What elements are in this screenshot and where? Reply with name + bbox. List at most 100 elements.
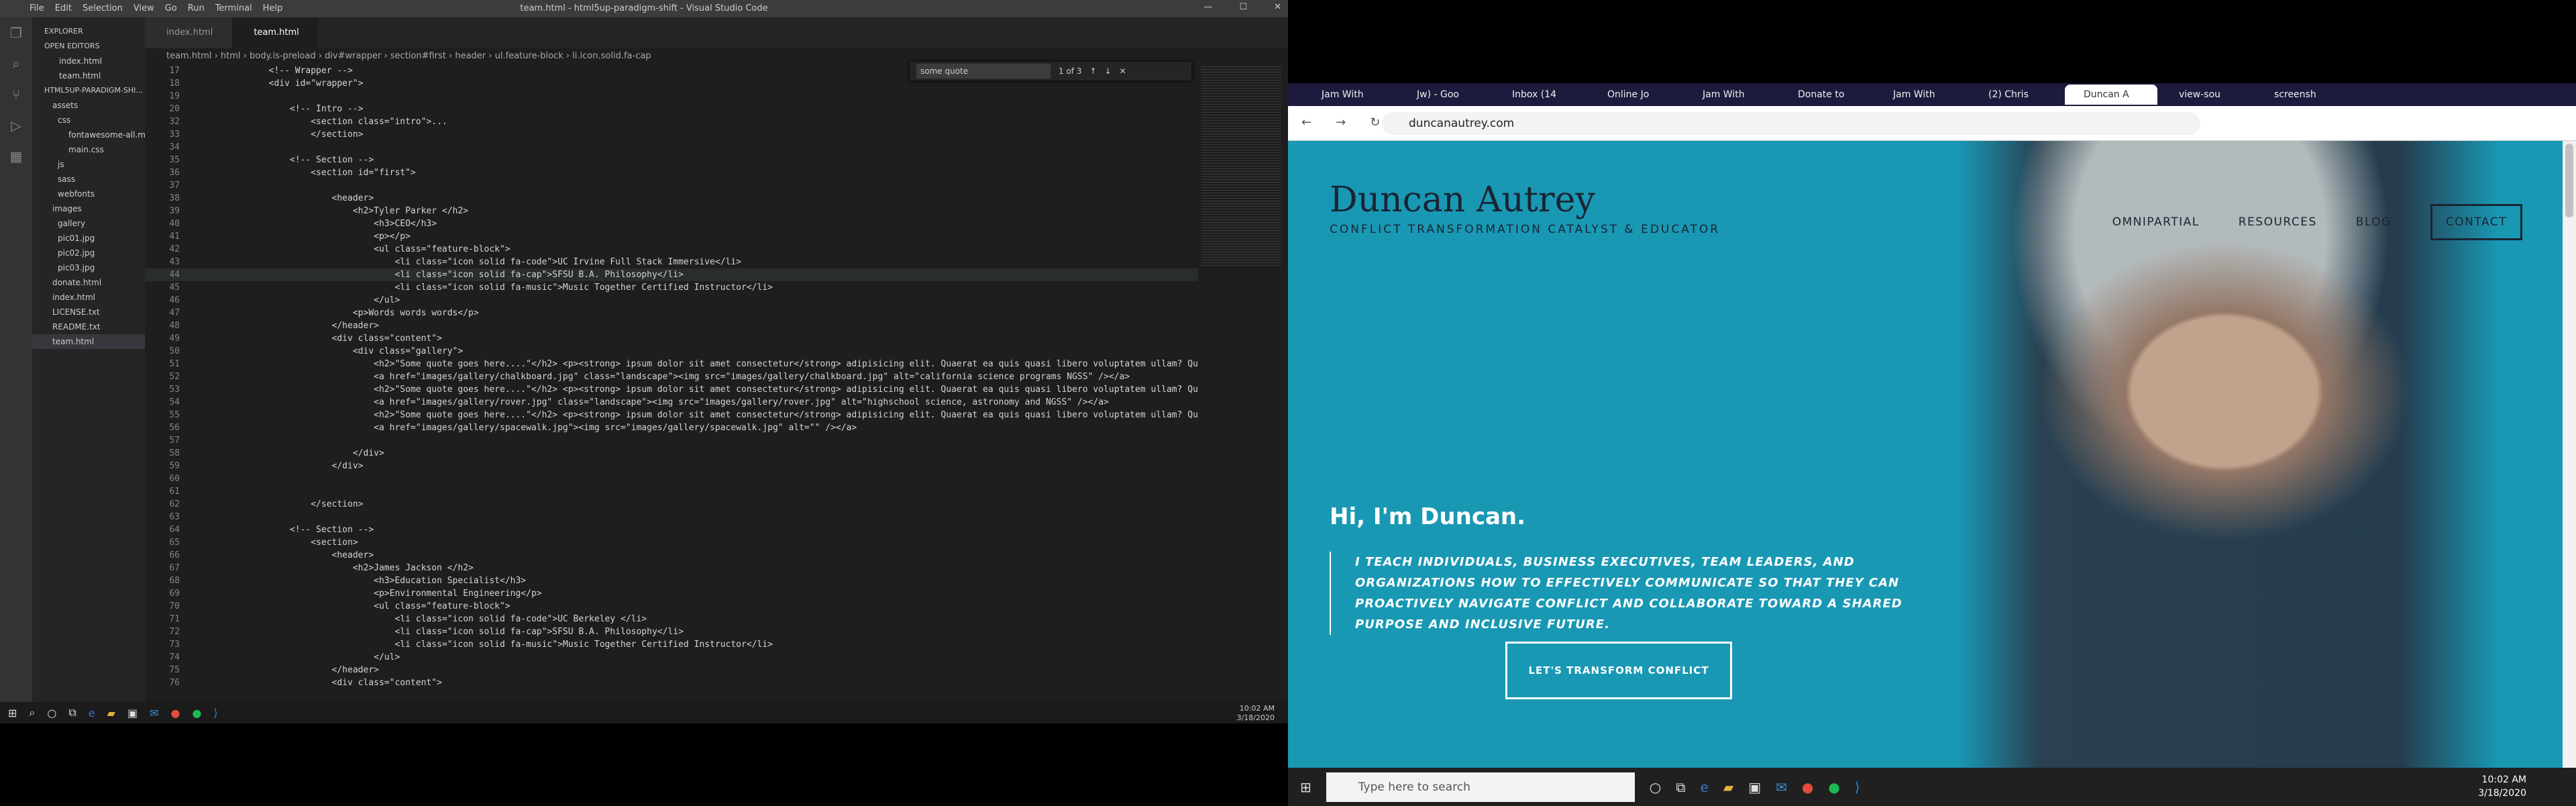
browser-tab[interactable]: Duncan A xyxy=(2065,85,2157,105)
browser-tab[interactable]: Donate to xyxy=(1779,85,1872,105)
store-icon[interactable]: ▣ xyxy=(127,707,138,719)
cortana-icon[interactable]: ○ xyxy=(1650,779,1661,795)
folder-icon[interactable]: ▰ xyxy=(107,707,115,719)
reload-icon[interactable]: ↻ xyxy=(1370,115,1380,130)
browser-tab[interactable]: Jam With xyxy=(1684,85,1776,105)
source-control-icon[interactable]: ⑂ xyxy=(0,79,32,110)
arrow-down-icon[interactable]: ↓ xyxy=(1105,66,1112,76)
forward-icon[interactable]: → xyxy=(1336,115,1346,130)
nav-blog[interactable]: BLOG xyxy=(2356,215,2392,229)
file-tree-item[interactable]: sass xyxy=(32,172,145,187)
close-icon[interactable]: ✕ xyxy=(1120,66,1126,76)
code-line: 33 </section> xyxy=(145,128,1198,141)
code-line: 49 <div class="content"> xyxy=(145,332,1198,345)
file-tree-item[interactable]: LICENSE.txt xyxy=(32,305,145,319)
open-file-item[interactable]: index.html xyxy=(32,54,145,68)
line-number: 50 xyxy=(169,346,180,356)
debug-icon[interactable]: ▷ xyxy=(0,110,32,141)
chrome-icon[interactable]: ● xyxy=(1802,779,1813,795)
spotify-icon[interactable]: ● xyxy=(192,707,201,719)
extensions-icon[interactable]: ▦ xyxy=(0,141,32,172)
file-tree-item[interactable]: css xyxy=(32,113,145,128)
spotify-icon[interactable]: ● xyxy=(1828,779,1839,795)
line-number: 51 xyxy=(169,359,180,369)
vscode-icon[interactable]: ⟩ xyxy=(1855,779,1860,795)
project-header[interactable]: HTML5UP-PARADIGM-SHI... xyxy=(32,83,145,98)
code-line: 56 <a href="images/gallery/spacewalk.jpg… xyxy=(145,421,1198,434)
nav-resources[interactable]: RESOURCES xyxy=(2239,215,2317,229)
code-line: 43 <li class="icon solid fa-code">UC Irv… xyxy=(145,256,1198,268)
editor-tab[interactable]: index.html xyxy=(145,17,233,48)
open-file-item[interactable]: team.html xyxy=(32,68,145,83)
chrome-icon[interactable]: ● xyxy=(170,707,180,719)
cta-button[interactable]: LET'S TRANSFORM CONFLICT xyxy=(1505,642,1732,699)
file-tree-item[interactable]: index.html xyxy=(32,290,145,305)
code-text: <p></p> xyxy=(227,232,411,242)
browser-tab[interactable]: Jw) - Goo xyxy=(1398,85,1491,105)
file-tree-item[interactable]: pic01.jpg xyxy=(32,231,145,246)
browser-tab[interactable]: Online Jo xyxy=(1589,85,1681,105)
scrollbar[interactable] xyxy=(2563,141,2576,768)
site-brand[interactable]: Duncan Autrey CONFLICT TRANSFORMATION CA… xyxy=(1330,180,1720,236)
browser-tab[interactable]: Jam With xyxy=(1874,85,1967,105)
windows-icon[interactable]: ⊞ xyxy=(8,707,17,719)
open-editors-header[interactable]: OPEN EDITORS xyxy=(32,39,145,54)
task-view-icon[interactable]: ⧉ xyxy=(1676,779,1685,795)
code-editor[interactable]: 17 <!-- Wrapper --> 18 <div id="wrapper">… xyxy=(145,64,1198,702)
editor-tab[interactable]: team.html xyxy=(232,17,319,48)
file-tree-item[interactable]: js xyxy=(32,157,145,172)
edge-icon[interactable]: e xyxy=(89,707,95,719)
folder-icon[interactable]: ▰ xyxy=(1723,779,1733,795)
mail-icon[interactable]: ✉ xyxy=(1776,779,1787,795)
browser-tab[interactable]: Inbox (14 xyxy=(1493,85,1586,105)
minimap[interactable] xyxy=(1201,64,1281,266)
file-tree-item[interactable]: fontawesome-all.m... xyxy=(32,128,145,142)
task-view-icon[interactable]: ⧉ xyxy=(68,706,76,719)
file-tree-item[interactable]: pic02.jpg xyxy=(32,246,145,260)
code-text: <li class="icon solid fa-music">Music To… xyxy=(227,283,773,293)
browser-tab[interactable]: (2) Chris xyxy=(1970,85,2062,105)
file-tree-item[interactable]: assets xyxy=(32,98,145,113)
maximize-icon[interactable]: ☐ xyxy=(1239,2,1247,12)
line-number: 55 xyxy=(169,410,180,420)
taskbar-left: ⊞ ⌕ ○ ⧉ e ▰ ▣ ✉ ● ● ⟩ 10:02 AM 3/18/2020 xyxy=(0,702,1288,723)
taskbar-search[interactable]: Type here to search xyxy=(1326,772,1635,802)
hero-text: Hi, I'm Duncan. I TEACH INDIVIDUALS, BUS… xyxy=(1330,503,1920,635)
file-tree-item[interactable]: webfonts xyxy=(32,187,145,201)
browser-tab[interactable]: screensh xyxy=(2255,85,2348,105)
mail-icon[interactable]: ✉ xyxy=(150,707,158,719)
arrow-up-icon[interactable]: ↑ xyxy=(1089,66,1096,76)
nav-omnipartial[interactable]: OMNIPARTIAL xyxy=(2112,215,2200,229)
code-text: <h2>"Some quote goes here...."</h2> <p><… xyxy=(227,359,1198,369)
minimize-icon[interactable]: — xyxy=(1203,2,1212,12)
explorer-title: EXPLORER xyxy=(44,27,83,36)
address-bar[interactable]: duncanautrey.com xyxy=(1382,112,2200,135)
contact-button[interactable]: CONTACT xyxy=(2430,204,2522,240)
edge-icon[interactable]: e xyxy=(1701,779,1709,795)
vscode-icon[interactable]: ⟩ xyxy=(213,707,217,719)
code-line: 20 <!-- Intro --> xyxy=(145,103,1198,115)
file-tree-item[interactable]: README.txt xyxy=(32,319,145,334)
file-tree-item[interactable]: pic03.jpg xyxy=(32,260,145,275)
scroll-thumb[interactable] xyxy=(2565,144,2573,217)
file-tree-item[interactable]: team.html xyxy=(32,334,145,349)
file-tree-item[interactable]: gallery xyxy=(32,216,145,231)
windows-icon[interactable]: ⊞ xyxy=(1300,779,1311,795)
line-number: 71 xyxy=(169,614,180,624)
files-icon[interactable]: ❐ xyxy=(0,17,32,48)
activity-bar: ❐ ⌕ ⑂ ▷ ▦ xyxy=(0,17,32,702)
file-tree-item[interactable]: main.css xyxy=(32,142,145,157)
search-icon[interactable]: ⌕ xyxy=(0,48,32,79)
file-tree-item[interactable]: images xyxy=(32,201,145,216)
cortana-icon[interactable]: ○ xyxy=(47,707,56,719)
close-icon[interactable]: ✕ xyxy=(1274,2,1281,12)
code-text: <a href="images/gallery/rover.jpg" class… xyxy=(227,397,1109,407)
browser-tab[interactable]: Jam With xyxy=(1303,85,1395,105)
line-number: 37 xyxy=(169,181,180,191)
search-icon[interactable]: ⌕ xyxy=(29,706,35,719)
find-input[interactable]: some quote xyxy=(916,64,1051,79)
file-tree-item[interactable]: donate.html xyxy=(32,275,145,290)
browser-tab[interactable]: view-sou xyxy=(2160,85,2253,105)
store-icon[interactable]: ▣ xyxy=(1748,779,1761,795)
back-icon[interactable]: ← xyxy=(1301,115,1311,130)
